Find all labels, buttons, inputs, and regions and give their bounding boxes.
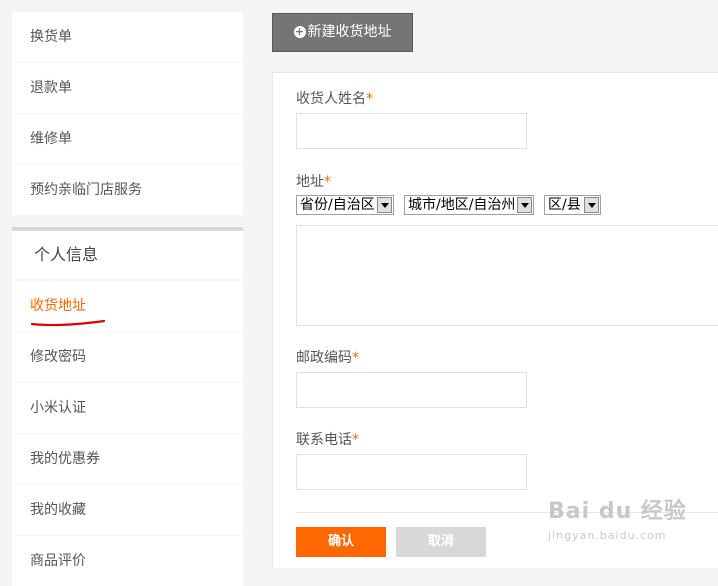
dropdown-arrow-icon xyxy=(584,197,599,213)
new-address-button[interactable]: + 新建收货地址 xyxy=(272,13,413,52)
zip-label: 邮政编码* xyxy=(296,347,359,367)
zip-label-text: 邮政编码 xyxy=(296,350,352,366)
recipient-name-field[interactable] xyxy=(296,113,527,149)
district-select-value: 区/县 xyxy=(548,197,581,213)
cancel-button[interactable]: 取消 xyxy=(396,527,486,557)
sidebar-section-personal-info: 个人信息 xyxy=(12,227,243,279)
sidebar-item-refund-order[interactable]: 退款单 xyxy=(12,63,243,113)
required-mark: * xyxy=(352,350,359,366)
sidebar-item-change-password[interactable]: 修改密码 xyxy=(12,332,243,382)
new-address-label: 新建收货地址 xyxy=(307,24,392,40)
address-label-text: 地址 xyxy=(296,174,324,190)
plus-circle-icon: + xyxy=(293,25,306,38)
sidebar-item-label: 我的收藏 xyxy=(30,502,86,518)
dropdown-arrow-icon xyxy=(517,197,532,213)
phone-field[interactable] xyxy=(296,454,527,490)
sidebar-item-label: 预约亲临门店服务 xyxy=(30,182,142,198)
address-detail-textarea[interactable] xyxy=(296,225,718,326)
watermark-brand: Bai du 经验 xyxy=(548,499,687,524)
sidebar-item-my-coupons[interactable]: 我的优惠券 xyxy=(12,434,243,484)
required-mark: * xyxy=(352,432,359,448)
province-select-value: 省份/自治区 xyxy=(300,197,375,213)
sidebar-item-repair-order[interactable]: 维修单 xyxy=(12,114,243,164)
sidebar-item-label: 换货单 xyxy=(30,29,72,45)
district-select[interactable]: 区/县 xyxy=(544,195,601,215)
sidebar-item-label: 修改密码 xyxy=(30,349,86,365)
sidebar-item-label: 小米认证 xyxy=(30,400,86,416)
baidu-jingyan-watermark: Bai du 经验 jingyan.baidu.com xyxy=(548,493,708,553)
zip-code-field[interactable] xyxy=(296,372,527,408)
sidebar-item-store-appointment[interactable]: 预约亲临门店服务 xyxy=(12,165,243,215)
province-select[interactable]: 省份/自治区 xyxy=(296,195,394,215)
sidebar: 换货单 退款单 维修单 预约亲临门店服务 个人信息 收货地址 修改密码 小米认证… xyxy=(12,0,243,586)
sidebar-item-label: 商品评价 xyxy=(30,553,86,569)
dropdown-arrow-icon xyxy=(377,197,392,213)
phone-label-text: 联系电话 xyxy=(296,432,352,448)
name-label-text: 收货人姓名 xyxy=(296,91,366,107)
annotation-underline xyxy=(30,319,106,327)
sidebar-item-label: 收货地址 xyxy=(30,298,86,314)
confirm-button[interactable]: 确认 xyxy=(296,527,386,557)
watermark-url: jingyan.baidu.com xyxy=(548,529,667,542)
sidebar-item-product-reviews[interactable]: 商品评价 xyxy=(12,536,243,586)
phone-label: 联系电话* xyxy=(296,429,359,449)
sidebar-item-label: 我的优惠券 xyxy=(30,451,100,467)
required-mark: * xyxy=(366,91,373,107)
city-select[interactable]: 城市/地区/自治州 xyxy=(404,195,534,215)
sidebar-item-mi-verification[interactable]: 小米认证 xyxy=(12,383,243,433)
sidebar-item-label: 退款单 xyxy=(30,80,72,96)
sidebar-item-label: 维修单 xyxy=(30,131,72,147)
section-title: 个人信息 xyxy=(34,245,99,264)
sidebar-item-my-favorites[interactable]: 我的收藏 xyxy=(12,485,243,535)
sidebar-item-exchange-order[interactable]: 换货单 xyxy=(12,12,243,62)
required-mark: * xyxy=(324,174,331,190)
address-label: 地址* xyxy=(296,171,331,191)
city-select-value: 城市/地区/自治州 xyxy=(408,197,516,213)
name-label: 收货人姓名* xyxy=(296,88,373,108)
